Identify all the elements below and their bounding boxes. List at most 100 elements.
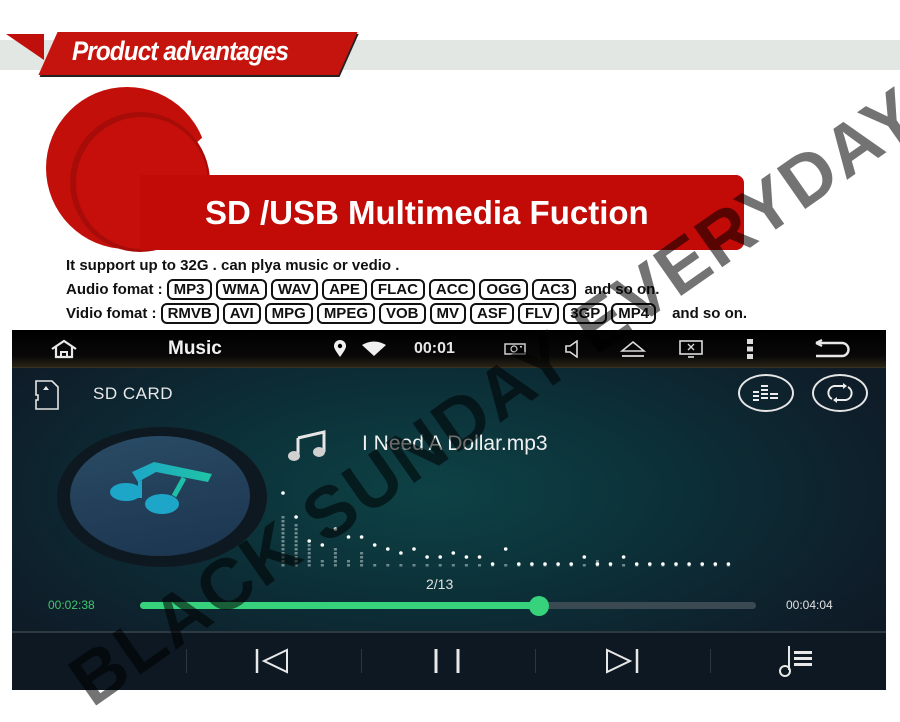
storage-support-text: It support up to 32G . can plya music or…	[66, 257, 400, 274]
visualizer-bar	[582, 564, 586, 567]
visualizer-peak	[530, 562, 534, 566]
visualizer-bar	[622, 564, 626, 567]
app-title: Music	[168, 338, 222, 359]
audio-format-chip: WAV	[271, 279, 319, 300]
playback-controls	[12, 633, 886, 690]
pause-button[interactable]	[417, 643, 477, 679]
visualizer-peak	[320, 543, 325, 547]
back-icon[interactable]	[810, 330, 854, 368]
current-time: 00:02:38	[48, 598, 95, 612]
visualizer-bar	[504, 564, 508, 567]
visualizer-peak	[517, 562, 521, 566]
separator	[186, 649, 187, 673]
audio-format-chip: WMA	[215, 279, 267, 300]
visualizer-bar	[478, 564, 481, 567]
visualizer-peak	[294, 515, 298, 519]
location-icon	[330, 330, 350, 368]
audio-format-chip: FLAC	[370, 279, 425, 300]
more-icon[interactable]	[742, 330, 758, 368]
audio-format-label: Audio fomat :	[66, 281, 163, 298]
source-label[interactable]: SD CARD	[93, 384, 173, 404]
total-time: 00:04:04	[786, 598, 833, 612]
visualizer-peak	[621, 555, 626, 559]
visualizer-bar	[294, 524, 298, 567]
audio-format-chip: MP3	[166, 279, 212, 300]
visualizer-peak	[464, 555, 469, 559]
visualizer-peak	[700, 562, 704, 566]
video-format-list: RMVB AVI MPG MPEG VOB MV ASF FLV 3GP MP4	[160, 303, 661, 324]
visualizer-peak	[281, 491, 285, 495]
song-title: I Need A Dollar.mp3	[362, 432, 548, 455]
visualizer-bar	[438, 564, 442, 567]
visualizer-bar	[333, 548, 337, 567]
visualizer-peak	[399, 551, 403, 555]
visualizer-peak	[372, 543, 377, 547]
video-formats-row: Vidio fomat : RMVB AVI MPG MPEG VOB MV ASF FLV 3…	[66, 303, 747, 324]
video-format-chip: MV	[429, 303, 467, 324]
pause-icon	[434, 649, 460, 673]
audio-format-chip: ACC	[428, 279, 476, 300]
visualizer-peak	[556, 562, 560, 566]
volume-icon[interactable]	[560, 330, 586, 368]
visualizer-bar	[307, 544, 311, 567]
visualizer-peak	[582, 555, 587, 559]
next-button[interactable]	[592, 643, 652, 679]
visualizer-bar	[386, 564, 390, 567]
music-player-screen: Music 00:01 SD CARD I Need A Dollar.mp3 …	[12, 330, 886, 690]
visualizer-peak	[726, 562, 731, 566]
video-format-chip: RMVB	[160, 303, 219, 324]
visualizer-bar	[281, 516, 285, 567]
next-icon	[606, 648, 639, 674]
separator	[710, 649, 711, 673]
visualizer-peak	[687, 562, 691, 566]
eject-icon[interactable]	[618, 330, 648, 368]
screenshot-icon[interactable]	[500, 330, 530, 368]
visualizer-peak	[674, 562, 678, 566]
video-format-chip: FLV	[518, 303, 560, 324]
album-music-note-icon	[104, 460, 214, 525]
visualizer-peak	[543, 562, 547, 566]
progress-fill	[140, 602, 540, 609]
audio-format-list: MP3 WMA WAV APE FLAC ACC OGG AC3	[166, 279, 581, 300]
audio-format-chip: APE	[322, 279, 367, 300]
visualizer-peak	[346, 535, 351, 539]
screen-edge	[886, 330, 900, 690]
video-format-label: Vidio fomat :	[66, 305, 157, 322]
visualizer-bar	[320, 560, 324, 567]
visualizer-bar	[347, 560, 350, 567]
previous-icon	[255, 648, 288, 674]
video-format-chip: MPG	[264, 303, 313, 324]
repeat-icon	[827, 383, 853, 403]
video-format-chip: MP4	[611, 303, 657, 324]
previous-button[interactable]	[242, 643, 302, 679]
audio-format-chip: OGG	[479, 279, 529, 300]
repeat-button[interactable]	[812, 374, 868, 412]
audio-visualizer	[281, 491, 731, 567]
visualizer-peak	[661, 562, 665, 566]
visualizer-peak	[569, 562, 573, 566]
feature-title: SD /USB Multimedia Fuction	[205, 194, 649, 231]
visualizer-peak	[608, 562, 613, 566]
visualizer-peak	[595, 562, 600, 566]
visualizer-peak	[307, 539, 311, 543]
visualizer-peak	[451, 551, 456, 555]
equalizer-button[interactable]	[738, 374, 794, 412]
song-note-icon	[286, 430, 338, 467]
video-format-chip: VOB	[379, 303, 426, 324]
home-icon[interactable]	[42, 330, 86, 368]
progress-slider[interactable]	[140, 596, 756, 616]
playlist-button[interactable]	[768, 643, 828, 679]
visualizer-peak	[490, 562, 495, 566]
visualizer-peak	[386, 547, 390, 551]
progress-thumb[interactable]	[529, 596, 550, 616]
screen-off-icon[interactable]	[676, 330, 706, 368]
clock: 00:01	[414, 340, 455, 357]
visualizer-bar	[451, 564, 455, 567]
visualizer-peak	[648, 562, 652, 566]
visualizer-peak	[412, 547, 416, 551]
separator	[535, 649, 536, 673]
sd-card-icon	[34, 380, 60, 415]
wifi-icon	[360, 330, 388, 368]
visualizer-peak	[503, 547, 508, 551]
visualizer-peak	[333, 527, 338, 531]
